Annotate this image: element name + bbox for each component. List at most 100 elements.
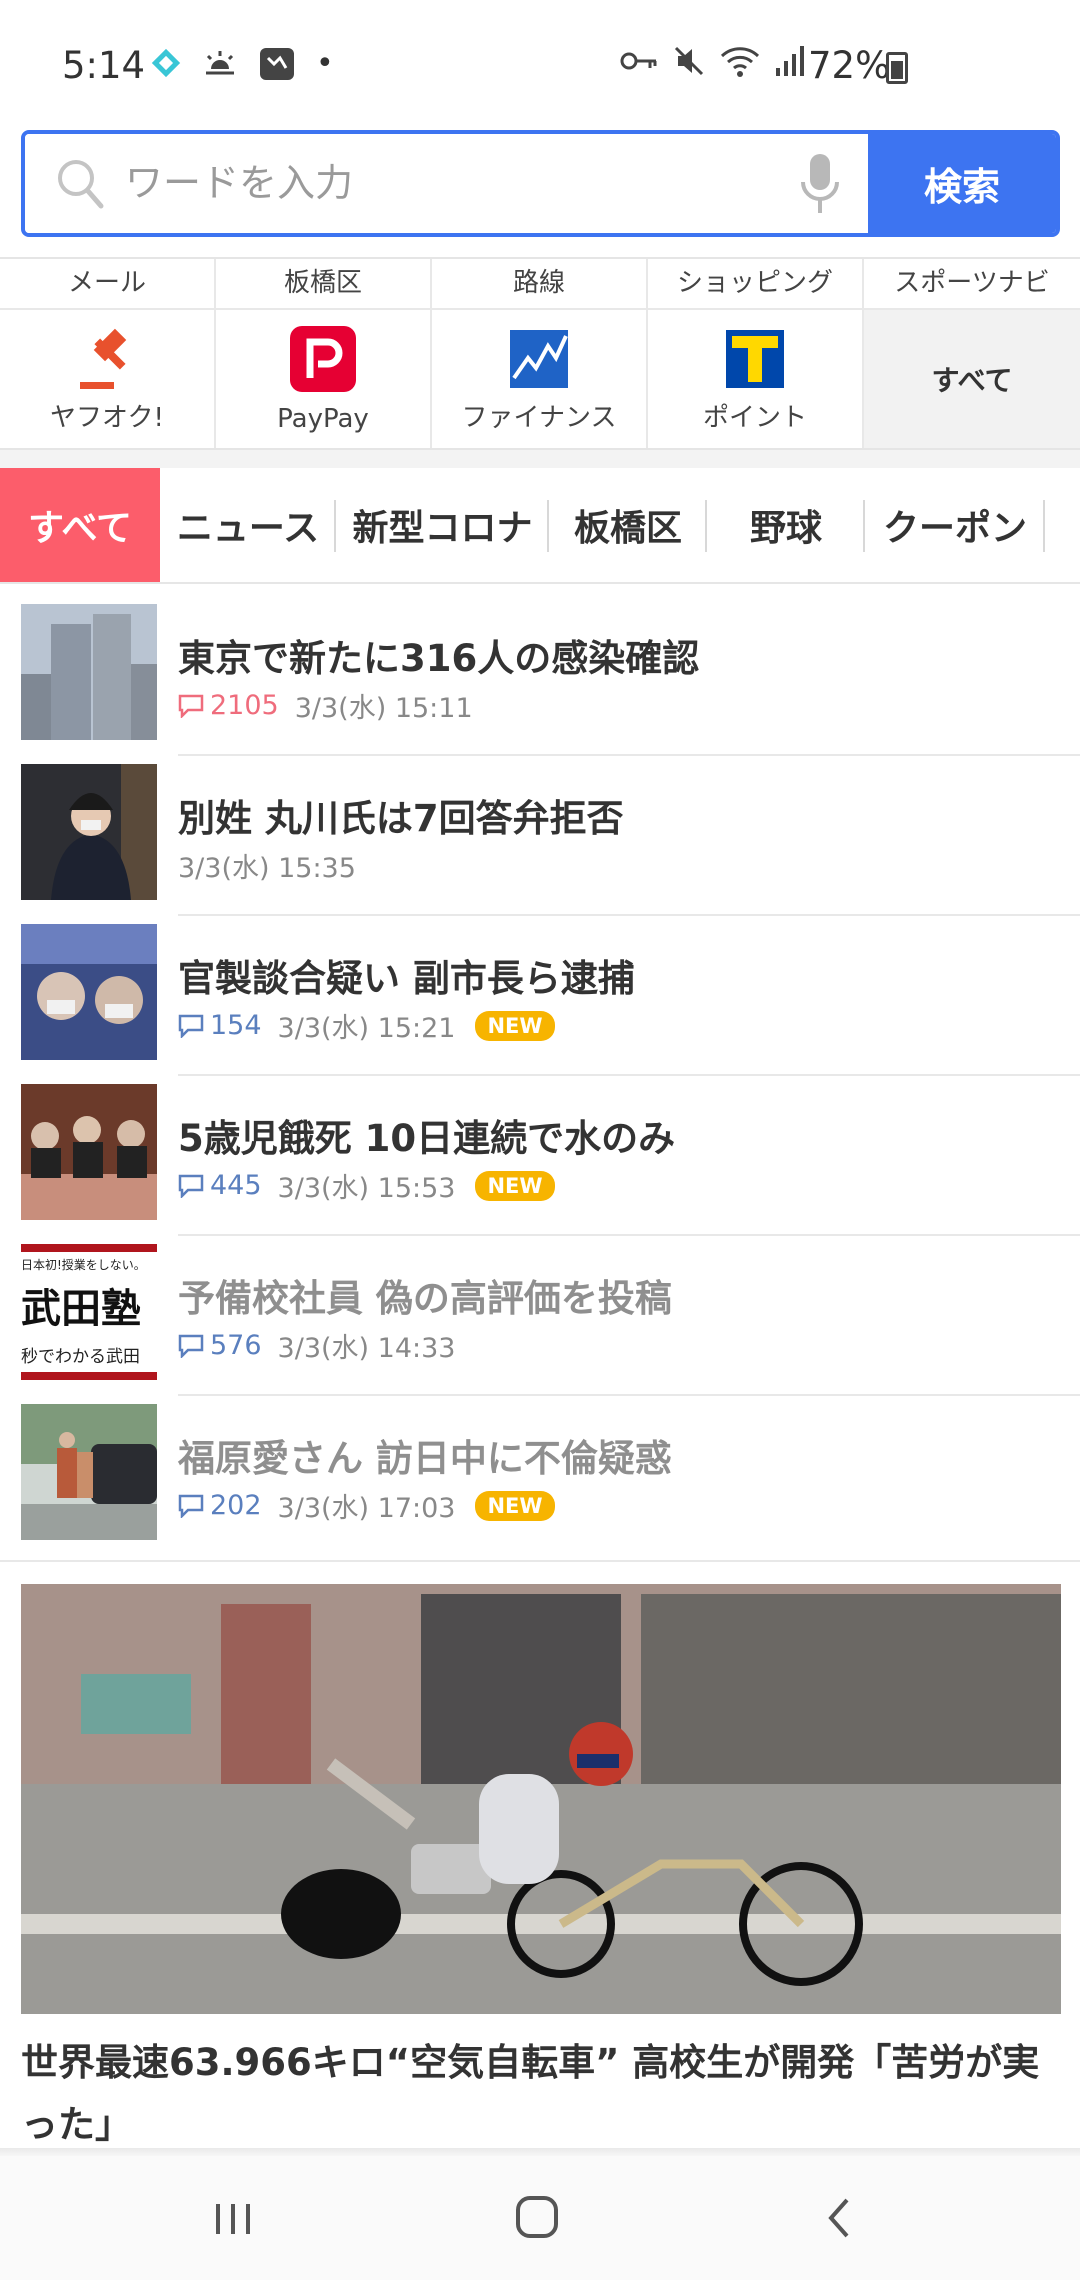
news-title: 東京で新たに316人の感染確認	[178, 637, 700, 680]
comment-count: 154	[178, 1010, 262, 1041]
notification-icon	[260, 48, 294, 80]
service-app-label: ファイナンス	[461, 403, 617, 433]
finance-chart-icon	[510, 330, 568, 388]
search-bar: 検索	[21, 130, 1060, 237]
comment-icon	[178, 1494, 204, 1518]
news-title: 福原愛さん 訪日中に不倫疑惑	[178, 1437, 672, 1480]
service-link-itabashi[interactable]: 板橋区	[216, 259, 432, 308]
news-item[interactable]: 東京で新たに316人の感染確認 2105 3/3(水) 15:11	[0, 596, 1080, 756]
topic-tabs: すべて ニュース 新型コロナ 板橋区 野球 クーポン	[0, 468, 1080, 584]
comment-count: 2105	[178, 690, 279, 721]
service-app-label: ヤフオク!	[50, 403, 164, 433]
tab-coupon[interactable]: クーポン	[865, 468, 1045, 582]
comment-number: 202	[210, 1490, 262, 1521]
news-thumbnail	[21, 1084, 157, 1220]
news-meta: 2105 3/3(水) 15:11	[178, 686, 473, 725]
service-app-label: ポイント	[702, 403, 807, 433]
news-thumbnail	[21, 764, 157, 900]
tpoint-icon	[726, 330, 784, 388]
news-item[interactable]: 日本初!授業をしない。 武田塾 秒でわかる武田 予備校社員 偽の高評価を投稿 5…	[0, 1236, 1080, 1396]
tab-all[interactable]: すべて	[0, 468, 160, 582]
thumbnail-text-line3: 秒でわかる武田	[21, 1347, 140, 1367]
comment-number: 445	[210, 1170, 262, 1201]
status-time: 5:14	[62, 44, 146, 87]
news-meta: 154 3/3(水) 15:21 NEW	[178, 1006, 555, 1045]
service-all-button[interactable]: すべて	[864, 310, 1080, 448]
auction-gavel-icon	[80, 328, 127, 389]
home-icon[interactable]	[502, 2186, 572, 2250]
tab-itabashi[interactable]: 板橋区	[549, 468, 707, 582]
news-item[interactable]: 福原愛さん 訪日中に不倫疑惑 202 3/3(水) 17:03 NEW	[0, 1396, 1080, 1556]
recents-icon[interactable]	[198, 2186, 268, 2250]
wifi-icon	[720, 47, 760, 77]
status-left-icons: •	[150, 44, 334, 82]
news-meta: 3/3(水) 15:35	[178, 846, 356, 885]
comment-icon	[178, 1014, 204, 1038]
news-title: 予備校社員 偽の高評価を投稿	[178, 1277, 672, 1320]
news-list: 東京で新たに316人の感染確認 2105 3/3(水) 15:11 別姓 丸川氏…	[0, 596, 1080, 1556]
microphone-icon[interactable]	[800, 152, 840, 217]
service-link-shopping[interactable]: ショッピング	[648, 259, 864, 308]
back-icon[interactable]	[805, 2186, 875, 2250]
app-diamond-icon	[151, 48, 181, 78]
thumbnail-text-line1: 日本初!授業をしない。	[21, 1258, 146, 1272]
tab-covid[interactable]: 新型コロナ	[336, 468, 549, 582]
search-box[interactable]	[25, 134, 868, 233]
search-icon	[58, 160, 104, 209]
service-app-label: PayPay	[277, 404, 369, 434]
feature-title[interactable]: 世界最速63.966キロ“空気自転車” 高校生が開発「苦労が実った」	[21, 2032, 1061, 2156]
news-date: 3/3(水) 15:11	[294, 693, 473, 724]
comment-number: 576	[210, 1330, 262, 1361]
new-badge: NEW	[475, 1170, 555, 1201]
tab-news[interactable]: ニュース	[160, 468, 336, 582]
tab-baseball[interactable]: 野球	[707, 468, 865, 582]
section-divider	[0, 1560, 1080, 1562]
news-thumbnail	[21, 924, 157, 1060]
news-item[interactable]: 官製談合疑い 副市長ら逮捕 154 3/3(水) 15:21 NEW	[0, 916, 1080, 1076]
news-title: 5歳児餓死 10日連続で水のみ	[178, 1117, 676, 1160]
nav-shadow	[0, 2148, 1080, 2156]
service-link-sportsnavi[interactable]: スポーツナビ	[864, 259, 1080, 308]
service-text-links: メール 板橋区 路線 ショッピング スポーツナビ	[0, 259, 1080, 310]
news-item[interactable]: 5歳児餓死 10日連続で水のみ 445 3/3(水) 15:53 NEW	[0, 1076, 1080, 1236]
service-app-point[interactable]: ポイント	[648, 310, 864, 448]
news-title: 別姓 丸川氏は7回答弁拒否	[178, 797, 624, 840]
status-right-icons	[620, 44, 804, 78]
battery-percent: 72%	[808, 44, 891, 87]
news-thumbnail	[21, 1404, 157, 1540]
thumbnail-text-line2: 武田塾	[21, 1285, 141, 1332]
comment-count: 576	[178, 1330, 262, 1361]
news-meta: 576 3/3(水) 14:33	[178, 1326, 455, 1365]
service-app-auction[interactable]: ヤフオク!	[0, 310, 216, 448]
news-date: 3/3(水) 15:35	[178, 853, 356, 884]
service-link-mail[interactable]: メール	[0, 259, 216, 308]
system-nav-bar	[0, 2156, 1080, 2280]
status-dot: •	[316, 45, 334, 81]
service-menu: メール 板橋区 路線 ショッピング スポーツナビ ヤフオク! PayPay ファ…	[0, 257, 1080, 450]
comment-icon	[178, 1334, 204, 1358]
news-date: 3/3(水) 15:21	[277, 1013, 456, 1044]
section-gap	[0, 450, 1080, 468]
feature-image[interactable]	[21, 1584, 1061, 2014]
news-title: 官製談合疑い 副市長ら逮捕	[178, 957, 635, 1000]
weather-icon	[206, 51, 234, 75]
news-thumbnail	[21, 604, 157, 740]
news-date: 3/3(水) 15:53	[277, 1173, 456, 1204]
comment-icon	[178, 1174, 204, 1198]
comment-count: 202	[178, 1490, 262, 1521]
service-apps: ヤフオク! PayPay ファイナンス ポイント すべて	[0, 310, 1080, 448]
comment-number: 2105	[210, 690, 279, 721]
service-link-transit[interactable]: 路線	[432, 259, 648, 308]
service-app-finance[interactable]: ファイナンス	[432, 310, 648, 448]
service-app-paypay[interactable]: PayPay	[216, 310, 432, 448]
news-date: 3/3(水) 17:03	[277, 1493, 456, 1524]
search-input[interactable]	[125, 152, 775, 214]
vpn-key-icon	[620, 52, 657, 70]
news-thumbnail: 日本初!授業をしない。 武田塾 秒でわかる武田	[21, 1244, 157, 1380]
mute-icon	[674, 46, 704, 76]
news-item[interactable]: 別姓 丸川氏は7回答弁拒否 3/3(水) 15:35	[0, 756, 1080, 916]
new-badge: NEW	[475, 1490, 555, 1521]
battery-icon	[886, 52, 908, 84]
search-button[interactable]: 検索	[868, 134, 1056, 233]
comment-count: 445	[178, 1170, 262, 1201]
